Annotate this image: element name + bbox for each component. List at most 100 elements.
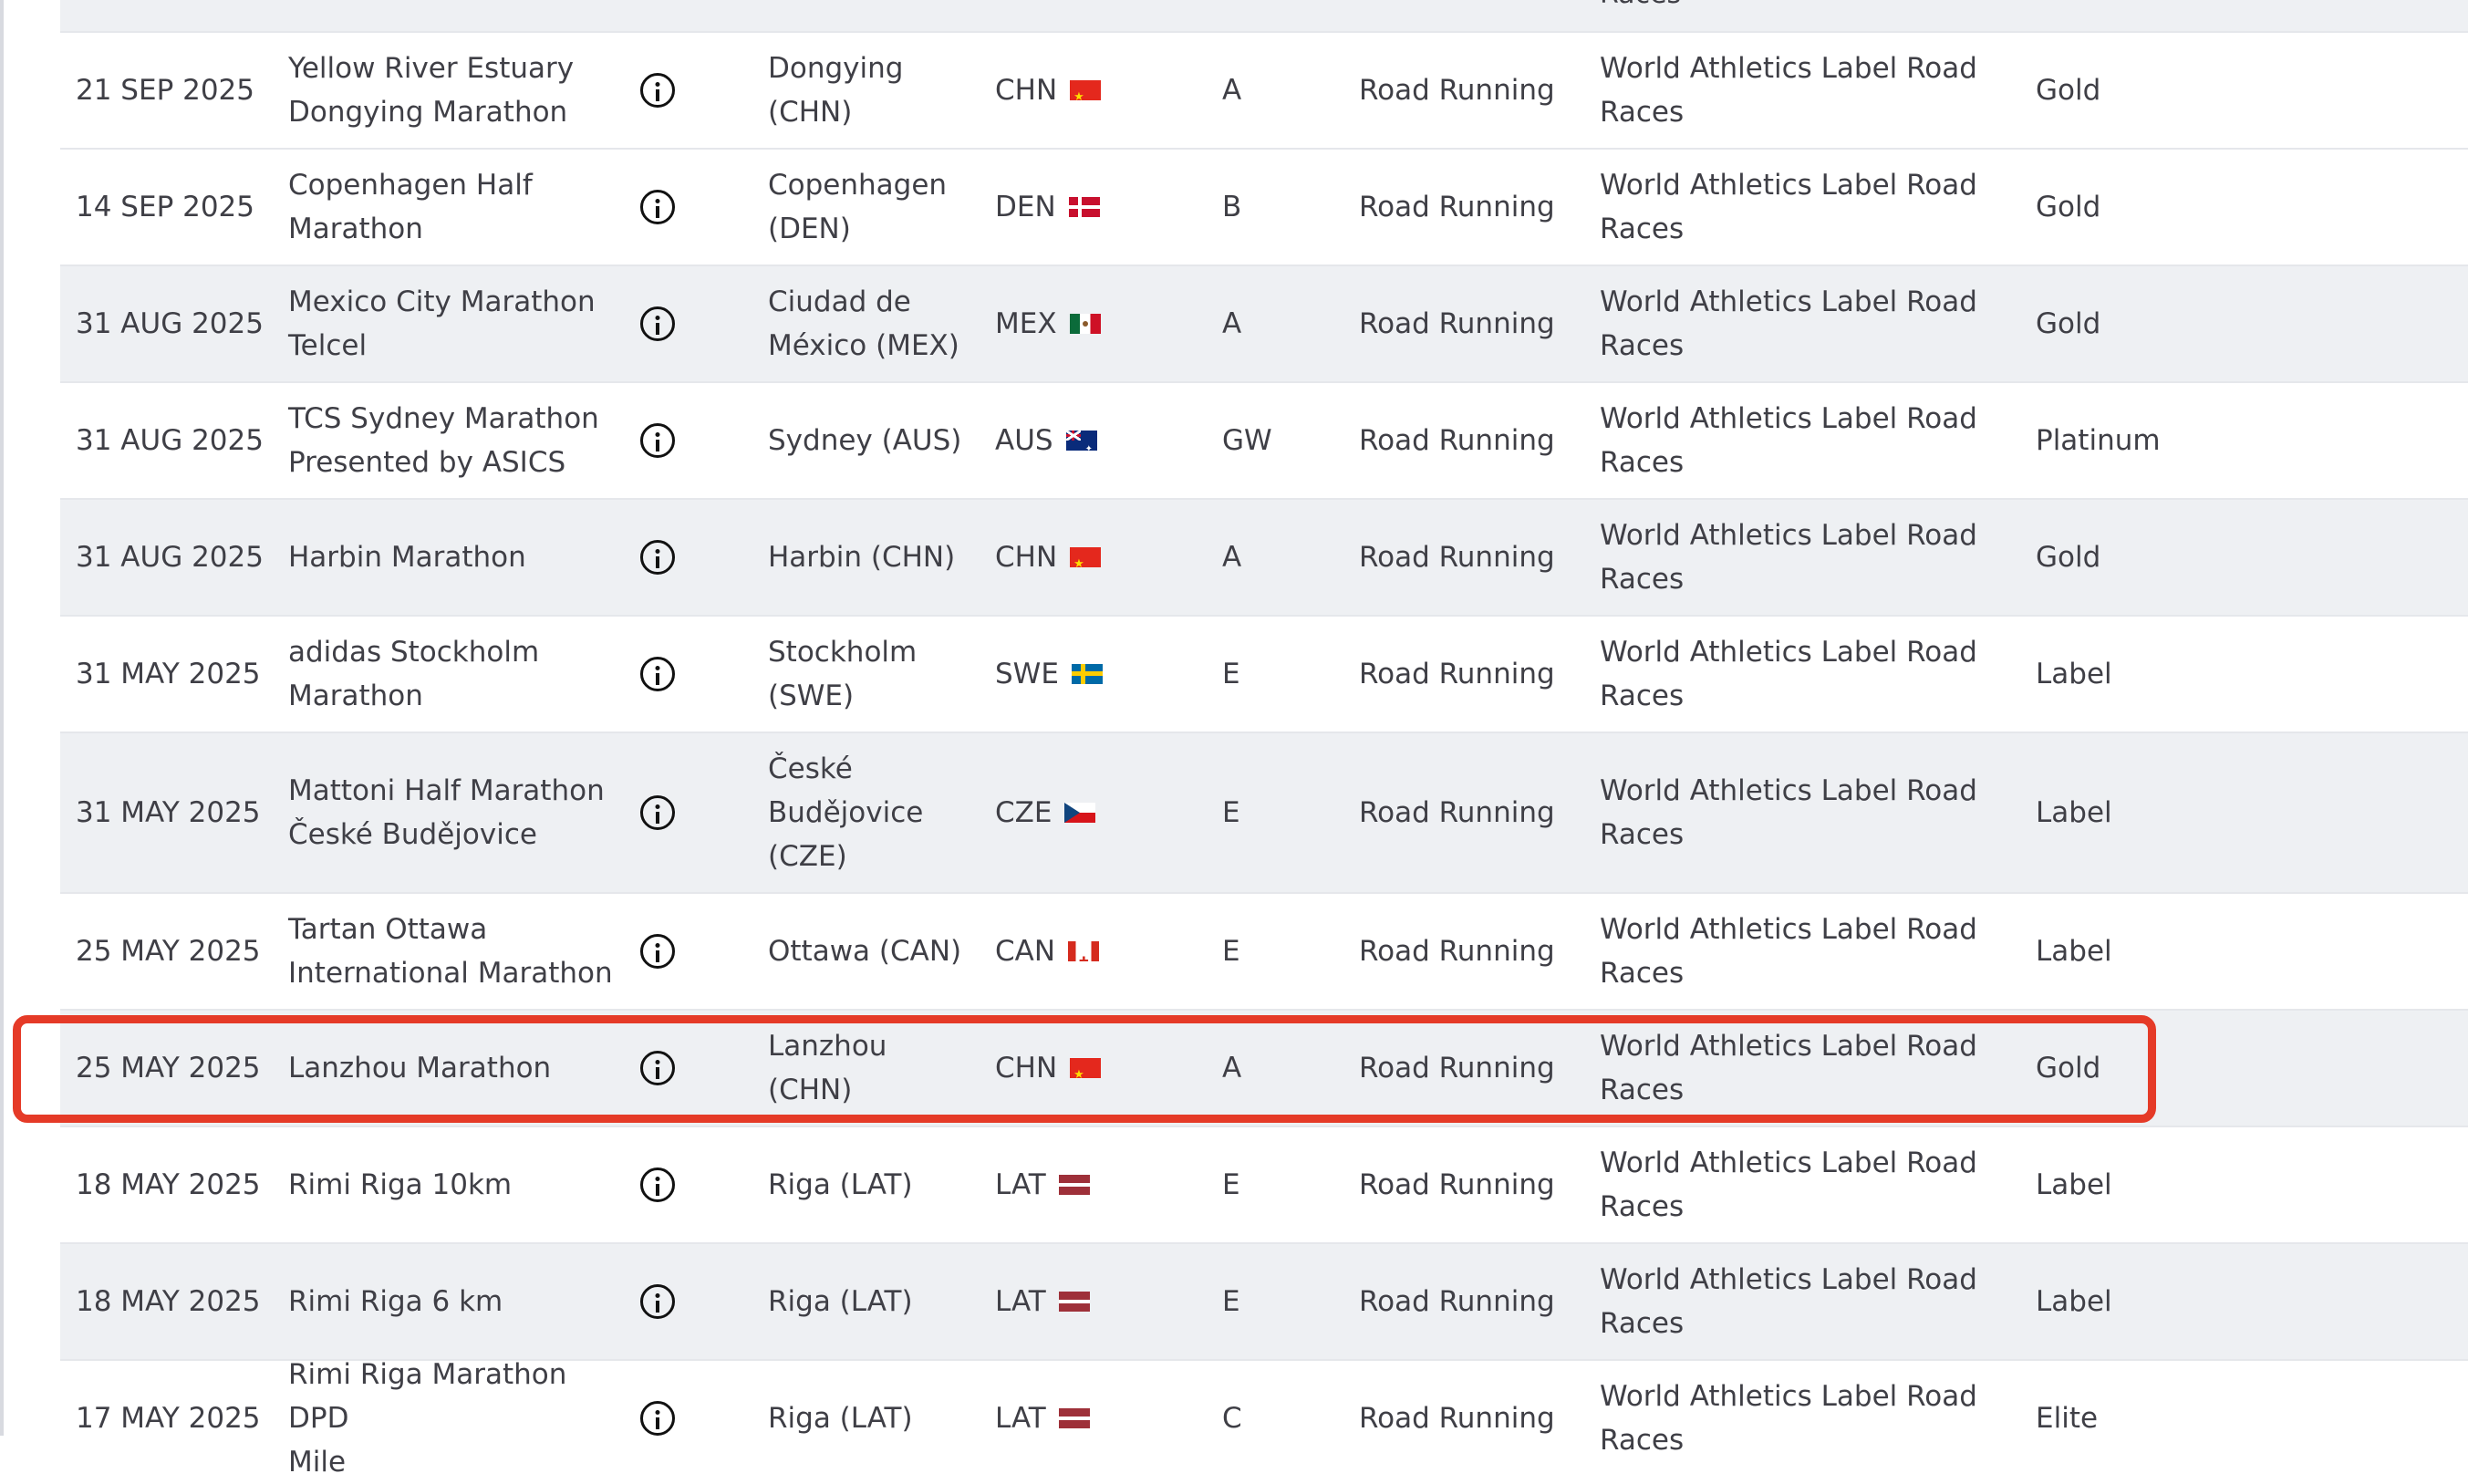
label-type: World Athletics Label Road [1600,169,1977,202]
info-button[interactable] [626,1127,690,1242]
table-row[interactable]: 14 SEP 2025 Copenhagen Half Marathon Copenh… [60,148,2468,265]
country-cell: LAT [995,1127,1132,1242]
category: E [1222,796,1240,829]
table-row[interactable]: 31 AUG 2025 TCS Sydney Marathon Presented … [60,381,2468,498]
label-type: World Athletics Label Road [1600,1263,1977,1296]
info-icon[interactable] [640,1167,675,1202]
discipline-cell: Road Running [1359,33,1578,148]
event-date: 25 MAY 2025 [76,1052,261,1084]
table-row[interactable]: 21 SEP 2025 Yellow River Estuary Dongying … [60,31,2468,148]
event-date: 31 AUG 2025 [76,541,264,574]
table-row[interactable]: 17 MAY 2025 Rimi Riga Marathon DPD Mile Rig… [60,1358,2468,1479]
competition-name-cell[interactable]: Yellow River Estuary Dongying Marathon [288,33,635,148]
category: A [1222,307,1242,340]
competitions-table: Races 21 SEP 2025 Yellow River Estuary Don… [60,0,2468,1479]
venue-text: (CZE) [768,840,847,873]
table-row[interactable]: 31 AUG 2025 Harbin Marathon Harbin (CHN) CH… [60,498,2468,615]
category-cell: A [1222,1011,1313,1126]
venue-text: Riga (LAT) [768,1168,913,1201]
label-cell: World Athletics Label Road Races [1600,1361,2001,1476]
competition-name-cell[interactable]: Harbin Marathon [288,500,635,615]
flag-can-icon [1068,941,1100,961]
info-icon[interactable] [640,1051,675,1085]
info-button[interactable] [626,617,690,732]
info-icon[interactable] [640,795,675,830]
competition-name-cell[interactable]: Rimi Riga 10km [288,1127,635,1242]
competition-name-cell[interactable]: Mattoni Half Marathon České Budějovice [288,733,635,892]
info-button[interactable] [626,266,690,381]
category-cell: E [1222,1127,1313,1242]
table-row[interactable]: 25 MAY 2025 Tartan Ottawa International Ma… [60,892,2468,1009]
label-type: World Athletics Label Road [1600,519,1977,552]
venue-cell: Lanzhou (CHN) [768,1011,978,1126]
competition-name-cell[interactable]: Mexico City Marathon Telcel [288,266,635,381]
country-cell: CHN [995,33,1132,148]
event-date: 31 MAY 2025 [76,796,261,829]
competition-name: Rimi Riga 10km [288,1168,513,1201]
label-cell: World Athletics Label Road Races [1600,500,2001,615]
label-cell: World Athletics Label Road Races [1600,1244,2001,1359]
competition-name: International Marathon [288,957,613,990]
label-level: Gold [2036,307,2101,340]
discipline: Road Running [1359,935,1555,968]
competition-name-cell[interactable]: TCS Sydney Marathon Presented by ASICS [288,383,635,498]
info-icon[interactable] [640,73,675,108]
event-date: 31 AUG 2025 [76,307,264,340]
country-cell: SWE [995,617,1132,732]
table-row[interactable]: 31 MAY 2025 adidas Stockholm Marathon Stock… [60,615,2468,732]
table-row[interactable]: 18 MAY 2025 Rimi Riga 10km Riga (LAT) LAT E R… [60,1126,2468,1242]
category-cell: A [1222,33,1313,148]
competition-name-cell[interactable]: Rimi Riga 6 km [288,1244,635,1359]
info-icon[interactable] [640,423,675,458]
info-button[interactable] [626,383,690,498]
competition-name-cell[interactable]: adidas Stockholm Marathon [288,617,635,732]
discipline: Road Running [1359,796,1555,829]
discipline-cell: Road Running [1359,1244,1578,1359]
info-button[interactable] [626,500,690,615]
info-button[interactable] [626,894,690,1009]
event-date: 14 SEP 2025 [76,191,255,223]
label-level: Gold [2036,74,2101,107]
label-type: World Athletics Label Road [1600,636,1977,669]
info-button[interactable] [626,150,690,265]
info-icon[interactable] [640,657,675,691]
level-cell: Gold [2036,150,2255,265]
country-code: LAT [995,1285,1046,1318]
table-row[interactable]: 31 MAY 2025 Mattoni Half Marathon České Bu… [60,732,2468,892]
label-type: World Athletics Label Road [1600,1380,1977,1413]
info-icon[interactable] [640,540,675,575]
country-code: SWE [995,658,1059,690]
discipline: Road Running [1359,1285,1555,1318]
info-button[interactable] [626,33,690,148]
table-row[interactable]: 31 AUG 2025 Mexico City Marathon Telcel Ciu… [60,265,2468,381]
info-button[interactable] [626,733,690,892]
country-code: AUS [995,424,1053,457]
previous-row-stub: Races [60,0,2468,33]
competition-name-cell[interactable]: Lanzhou Marathon [288,1011,635,1126]
label-cell: World Athletics Label Road Races [1600,1011,2001,1126]
table-row[interactable]: 18 MAY 2025 Rimi Riga 6 km Riga (LAT) LAT E R… [60,1242,2468,1359]
venue-cell: Riga (LAT) [768,1361,978,1476]
info-icon[interactable] [640,934,675,969]
country-code: CHN [995,74,1058,107]
info-button[interactable] [626,1011,690,1126]
info-icon[interactable] [640,1401,675,1436]
label-level: Label [2036,1168,2112,1201]
venue-text: (SWE) [768,680,855,712]
date-cell: 31 MAY 2025 [76,617,295,732]
info-icon[interactable] [640,1284,675,1319]
competition-name-cell[interactable]: Copenhagen Half Marathon [288,150,635,265]
country-code: CZE [995,796,1053,829]
category: GW [1222,424,1272,457]
category: A [1222,541,1242,574]
info-button[interactable] [626,1361,690,1476]
info-button[interactable] [626,1244,690,1359]
label-type: World Athletics Label Road [1600,402,1977,435]
country-code: CHN [995,541,1058,574]
competition-name-cell[interactable]: Rimi Riga Marathon DPD Mile [288,1358,635,1479]
info-icon[interactable] [640,306,675,341]
competition-name-cell[interactable]: Tartan Ottawa International Marathon [288,894,635,1009]
country-code: CAN [995,935,1056,968]
table-row-highlighted[interactable]: 25 MAY 2025 Lanzhou Marathon Lanzhou (CHN)… [60,1009,2468,1126]
info-icon[interactable] [640,190,675,224]
